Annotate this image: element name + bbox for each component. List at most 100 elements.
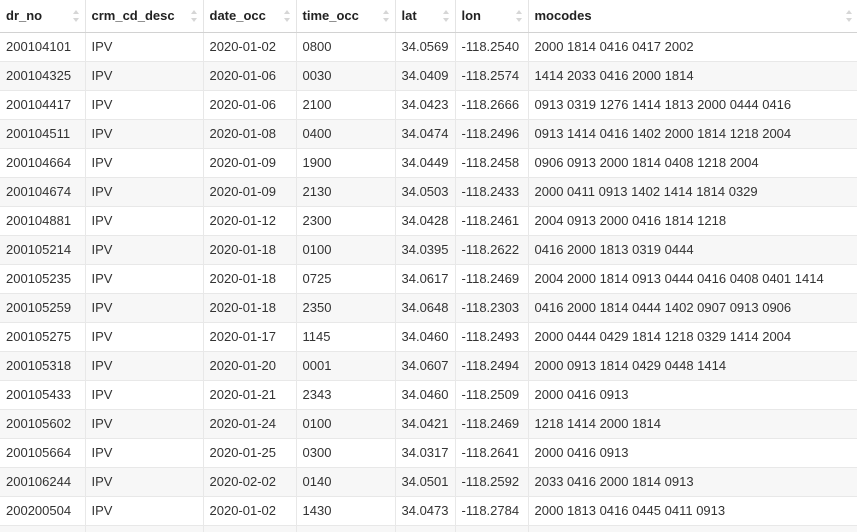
cell-crm-cd-desc: IPV (85, 119, 204, 149)
cell-mocodes: 2000 0416 0913 (528, 380, 857, 410)
cell-lat: 34.0395 (395, 235, 456, 265)
cell-lat: 34.0617 (395, 264, 456, 294)
table-row[interactable]: 200104325 IPV 2020-01-06 0030 34.0409 -118.25… (0, 61, 857, 91)
table-row[interactable]: 200105259 IPV 2020-01-18 2350 34.0648 -118.23… (0, 293, 857, 323)
cell-lat: 34.0501 (395, 467, 456, 497)
cell-date-occ: 2020-01-24 (203, 409, 297, 439)
column-header-lat[interactable]: lat (395, 0, 456, 33)
cell-lon: -118.2574 (455, 61, 529, 91)
cell-dr-no: 200105235 (0, 264, 86, 294)
table-row[interactable]: 200105318 IPV 2020-01-20 0001 34.0607 -118.24… (0, 351, 857, 381)
cell-time-occ: 0800 (296, 32, 396, 62)
cell-time-occ: 0725 (296, 264, 396, 294)
table-row[interactable]: 200104881 IPV 2020-01-12 2300 34.0428 -118.24… (0, 206, 857, 236)
cell-dr-no: 200104325 (0, 61, 86, 91)
table-row[interactable]: 200104674 IPV 2020-01-09 2130 34.0503 -118.24… (0, 177, 857, 207)
cell-date-occ: 2020-01-02 (203, 496, 297, 526)
cell-date-occ: 2020-01-08 (203, 119, 297, 149)
cell-crm-cd-desc: IPV (85, 351, 204, 381)
cell-crm-cd-desc: IPV (85, 438, 204, 468)
cell-lon: -118.2461 (455, 206, 529, 236)
column-header-label: dr_no (6, 8, 43, 24)
cell-dr-no: 200105214 (0, 235, 86, 265)
cell-mocodes: 2000 0411 0913 1402 1414 1814 0329 (528, 177, 857, 207)
sort-arrows-icon[interactable] (283, 9, 291, 23)
column-header-lon[interactable]: lon (455, 0, 529, 33)
cell-crm-cd-desc: IPV (85, 264, 204, 294)
column-header-crm-cd-desc[interactable]: crm_cd_desc (85, 0, 204, 33)
cell-mocodes: 2004 2000 1814 0913 0444 0416 0408 0401 … (528, 264, 857, 294)
cell-lon: -118.2496 (455, 119, 529, 149)
table-row[interactable]: 200105664 IPV 2020-01-25 0300 34.0317 -118.26… (0, 438, 857, 468)
cell-dr-no: 200200504 (0, 496, 86, 526)
cell-dr-no: 200104674 (0, 177, 86, 207)
cell-time-occ: 0100 (296, 409, 396, 439)
cell-crm-cd-desc: IPV (85, 380, 204, 410)
cell-dr-no: 200106244 (0, 467, 86, 497)
table-row[interactable]: 200105235 IPV 2020-01-18 0725 34.0617 -118.24… (0, 264, 857, 294)
table-row[interactable]: 200105433 IPV 2020-01-21 2343 34.0460 -118.25… (0, 380, 857, 410)
sort-arrows-icon[interactable] (515, 9, 523, 23)
cell-crm-cd-desc: IPV (85, 322, 204, 352)
table-row[interactable]: 200104511 IPV 2020-01-08 0400 34.0474 -118.24… (0, 119, 857, 149)
cell-time-occ: 0030 (296, 61, 396, 91)
column-header-label: mocodes (534, 8, 592, 24)
cell-time-occ: 0300 (296, 438, 396, 468)
cell-dr-no: 200105275 (0, 322, 86, 352)
sort-arrows-icon[interactable] (72, 9, 80, 23)
cell-lon (455, 525, 529, 532)
cell-mocodes: 2000 1814 0416 0417 2002 (528, 32, 857, 62)
cell-time-occ: 1430 (296, 496, 396, 526)
table-row[interactable]: 200104664 IPV 2020-01-09 1900 34.0449 -118.24… (0, 148, 857, 178)
cell-mocodes: 0416 2000 1814 0444 1402 0907 0913 0906 (528, 293, 857, 323)
cell-lon: -118.2458 (455, 148, 529, 178)
sort-arrows-icon[interactable] (190, 9, 198, 23)
column-header-date-occ[interactable]: date_occ (203, 0, 297, 33)
cell-lat: 34.0460 (395, 322, 456, 352)
cell-lon: -118.2641 (455, 438, 529, 468)
cell-lon: -118.2433 (455, 177, 529, 207)
cell-mocodes: 2000 1813 0416 0445 0411 0913 (528, 496, 857, 526)
cell-crm-cd-desc: IPV (85, 467, 204, 497)
cell-date-occ: 2020-01-18 (203, 235, 297, 265)
table-header: dr_no crm_cd_desc date_occ time_occ lat lon mo… (0, 0, 857, 33)
sort-arrows-icon[interactable] (845, 9, 853, 23)
table-row[interactable]: 200105602 IPV 2020-01-24 0100 34.0421 -118.24… (0, 409, 857, 439)
cell-date-occ: 2020-01-06 (203, 90, 297, 120)
sort-arrows-icon[interactable] (382, 9, 390, 23)
table-row[interactable]: 200106244 IPV 2020-02-02 0140 34.0501 -118.25… (0, 467, 857, 497)
cell-lat: 34.0460 (395, 380, 456, 410)
cell-mocodes: 0913 1414 0416 1402 2000 1814 1218 2004 (528, 119, 857, 149)
table-row[interactable]: 200104101 IPV 2020-01-02 0800 34.0569 -118.25… (0, 32, 857, 62)
column-header-dr-no[interactable]: dr_no (0, 0, 86, 33)
cell-lon: -118.2469 (455, 264, 529, 294)
table-row[interactable]: 200200504 IPV 2020-01-02 1430 34.0473 -118.27… (0, 496, 857, 526)
data-table: dr_no crm_cd_desc date_occ time_occ lat lon mo… (0, 0, 857, 532)
table-row[interactable]: 200104417 IPV 2020-01-06 2100 34.0423 -118.26… (0, 90, 857, 120)
cell-time-occ: 2343 (296, 380, 396, 410)
table-row[interactable] (0, 525, 857, 532)
cell-dr-no: 200104664 (0, 148, 86, 178)
cell-lon: -118.2509 (455, 380, 529, 410)
cell-date-occ: 2020-01-06 (203, 61, 297, 91)
cell-lon: -118.2784 (455, 496, 529, 526)
cell-mocodes: 0416 2000 1813 0319 0444 (528, 235, 857, 265)
column-header-mocodes[interactable]: mocodes (528, 0, 857, 33)
cell-mocodes: 2000 0416 0913 (528, 438, 857, 468)
cell-lon: -118.2540 (455, 32, 529, 62)
cell-mocodes: 2033 0416 2000 1814 0913 (528, 467, 857, 497)
cell-lon: -118.2622 (455, 235, 529, 265)
cell-time-occ: 0001 (296, 351, 396, 381)
cell-time-occ: 2100 (296, 90, 396, 120)
cell-lat: 34.0317 (395, 438, 456, 468)
cell-date-occ: 2020-01-20 (203, 351, 297, 381)
cell-lat: 34.0421 (395, 409, 456, 439)
table-row[interactable]: 200105275 IPV 2020-01-17 1145 34.0460 -118.24… (0, 322, 857, 352)
column-header-time-occ[interactable]: time_occ (296, 0, 396, 33)
cell-dr-no: 200105433 (0, 380, 86, 410)
table-row[interactable]: 200105214 IPV 2020-01-18 0100 34.0395 -118.26… (0, 235, 857, 265)
cell-date-occ (203, 525, 297, 532)
cell-lat: 34.0503 (395, 177, 456, 207)
cell-time-occ: 2350 (296, 293, 396, 323)
sort-arrows-icon[interactable] (442, 9, 450, 23)
